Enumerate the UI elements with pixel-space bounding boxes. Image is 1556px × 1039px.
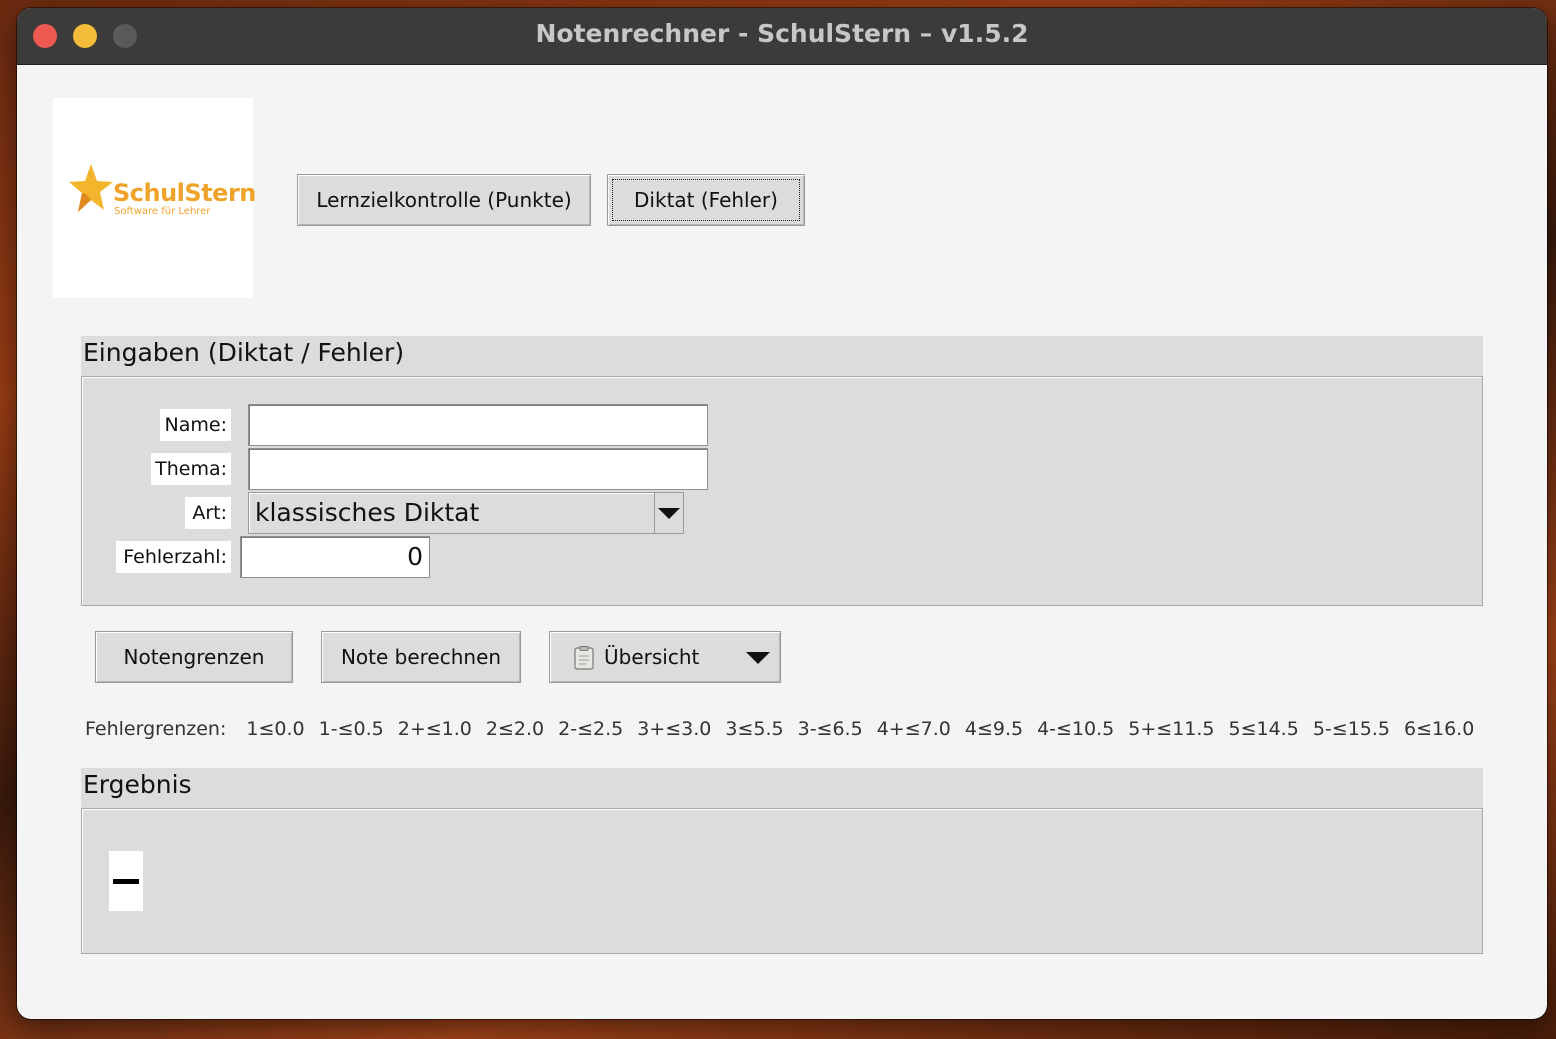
grenze-item: 3+≤3.0: [637, 718, 712, 740]
grenze-item: 4≤9.5: [964, 718, 1024, 740]
notengrenzen-button[interactable]: Notengrenzen: [95, 631, 293, 683]
ergebnis-value: [109, 851, 143, 911]
diktat-button[interactable]: Diktat (Fehler): [607, 174, 805, 226]
name-input[interactable]: [248, 404, 708, 446]
grenze-item: 5≤14.5: [1228, 718, 1299, 740]
eingaben-header: Eingaben (Diktat / Fehler): [81, 336, 1483, 376]
logo-subtitle: Software für Lehrer: [114, 206, 211, 217]
art-select-value: klassisches Diktat: [255, 498, 480, 527]
ergebnis-header: Ergebnis: [81, 768, 1483, 808]
lernzielkontrolle-button[interactable]: Lernzielkontrolle (Punkte): [297, 174, 591, 226]
window-title: Notenrechner - SchulStern – v1.5.2: [535, 19, 1029, 48]
grenze-item: 5-≤15.5: [1312, 718, 1390, 740]
star-icon: [69, 164, 113, 212]
art-select[interactable]: klassisches Diktat: [248, 492, 684, 534]
fehlerzahl-input[interactable]: 0: [240, 536, 430, 578]
fehlerzahl-value: 0: [407, 542, 423, 571]
grenze-item: 6≤16.0: [1404, 718, 1475, 740]
app-window: Notenrechner - SchulStern – v1.5.2 Schul…: [17, 8, 1547, 1019]
grenze-item: 3≤5.5: [725, 718, 784, 740]
art-label: Art:: [185, 497, 231, 529]
grenze-item: 2≤2.0: [485, 718, 545, 740]
chevron-down-icon[interactable]: [654, 493, 683, 533]
grenze-item: 1-≤0.5: [318, 718, 384, 740]
logo-name: SchulStern: [113, 179, 256, 207]
focus-ring: [612, 179, 800, 221]
fehlerzahl-label: Fehlerzahl:: [116, 541, 231, 573]
clipboard-icon: [574, 646, 594, 670]
uebersicht-label: Übersicht: [604, 645, 700, 669]
uebersicht-menubutton[interactable]: Übersicht: [549, 631, 781, 683]
ergebnis-dash: [113, 879, 139, 884]
thema-input[interactable]: [248, 448, 708, 490]
grenze-item: 3-≤6.5: [797, 718, 863, 740]
grenze-item: 4-≤10.5: [1037, 718, 1115, 740]
logo: SchulStern Software für Lehrer: [53, 98, 256, 298]
grenze-item: 4+≤7.0: [876, 718, 951, 740]
chevron-down-icon: [746, 652, 770, 664]
grenze-item: 5+≤11.5: [1128, 718, 1215, 740]
grenze-item: 1≤0.0: [246, 718, 305, 740]
ergebnis-frame: [81, 808, 1483, 954]
fehlergrenzen-label: Fehlergrenzen:: [85, 718, 227, 740]
grenze-item: 2-≤2.5: [558, 718, 624, 740]
title-bar: Notenrechner - SchulStern – v1.5.2: [17, 8, 1547, 65]
thema-label: Thema:: [151, 453, 231, 485]
grenze-item: 2+≤1.0: [397, 718, 472, 740]
name-label: Name:: [160, 409, 231, 441]
note-berechnen-button[interactable]: Note berechnen: [321, 631, 521, 683]
fehlergrenzen-row: Fehlergrenzen: 1≤0.0 1-≤0.5 2+≤1.0 2≤2.0 2-≤…: [85, 718, 1488, 740]
